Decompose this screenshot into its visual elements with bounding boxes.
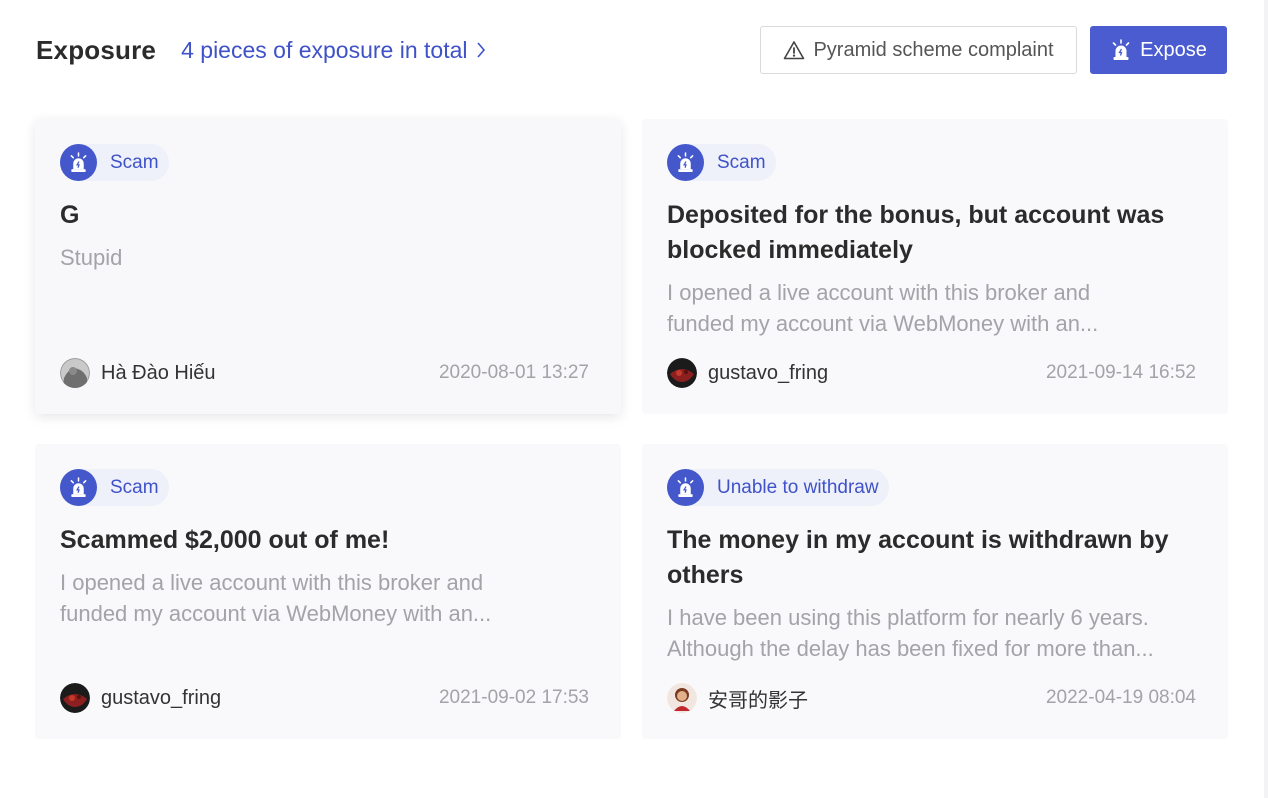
category-tag: Scam [60,144,169,181]
author-name[interactable]: gustavo_fring [101,687,221,710]
expose-button-label: Expose [1140,38,1207,61]
category-tag: Scam [60,469,169,506]
category-tag: Unable to withdraw [667,469,889,506]
alarm-light-icon [60,469,97,506]
alarm-light-icon [1112,39,1130,60]
author-name[interactable]: 安哥的影子 [708,684,808,713]
card-title: Deposited for the bonus, but account was… [667,201,1165,264]
section-title: Exposure [36,34,157,65]
header-actions: Pyramid scheme complaint Expose [760,26,1227,74]
card-excerpt-line-2: funded my account via WebMoney with an..… [667,311,1099,336]
category-tag-label: Unable to withdraw [717,476,879,498]
pyramid-scheme-complaint-label: Pyramid scheme complaint [813,38,1054,61]
card-footer: 安哥的影子 2022-04-19 08:04 [667,683,1196,713]
card-excerpt-line-1: I opened a live account with this broker… [667,280,1091,305]
author-name[interactable]: gustavo_fring [708,362,828,385]
total-exposure-link[interactable]: 4 pieces of exposure in total [181,37,485,64]
alarm-light-icon [667,469,704,506]
exposure-card[interactable]: Scam Deposited for the bonus, but accoun… [642,119,1228,414]
card-excerpt-line-2: Although the delay has been fixed for mo… [667,636,1154,661]
avatar[interactable] [60,683,90,713]
category-tag-label: Scam [717,151,766,173]
card-footer: gustavo_fring 2021-09-02 17:53 [60,683,589,713]
category-tag-label: Scam [110,476,159,498]
exposure-card[interactable]: Scam Scammed $2,000 out of me! I opened … [35,444,621,739]
card-excerpt-line-2: funded my account via WebMoney with an..… [60,601,492,626]
warning-icon [784,41,805,60]
card-title: The money in my account is withdrawn by … [667,526,1169,589]
alarm-light-icon [60,144,97,181]
category-tag: Scam [667,144,776,181]
post-date: 2020-08-01 13:27 [438,362,589,383]
alarm-light-icon [667,144,704,181]
expose-button[interactable]: Expose [1090,26,1227,74]
exposure-header: Exposure 4 pieces of exposure in total P… [36,26,1227,74]
card-title: G [60,201,80,229]
card-footer: gustavo_fring 2021-09-14 16:52 [667,358,1196,388]
pyramid-scheme-complaint-button[interactable]: Pyramid scheme complaint [760,26,1077,74]
post-date: 2021-09-14 16:52 [1045,362,1196,383]
post-date: 2022-04-19 08:04 [1045,687,1196,708]
total-exposure-label: 4 pieces of exposure in total [181,36,468,63]
avatar[interactable] [667,683,697,713]
exposure-card[interactable]: Scam G Stupid Hà Đào Hiếu 2020-08-01 13:… [35,119,621,414]
avatar[interactable] [60,358,90,388]
author-name[interactable]: Hà Đào Hiếu [101,362,216,385]
scrollbar-track [1264,0,1268,798]
post-date: 2021-09-02 17:53 [438,687,589,708]
card-excerpt: Stupid [60,245,123,270]
card-title: Scammed $2,000 out of me! [60,526,390,554]
card-footer: Hà Đào Hiếu 2020-08-01 13:27 [60,358,589,388]
card-excerpt-line-1: I have been using this platform for near… [667,605,1149,630]
exposure-card[interactable]: Unable to withdraw The money in my accou… [642,444,1228,739]
card-excerpt-line-1: I opened a live account with this broker… [60,570,484,595]
avatar[interactable] [667,358,697,388]
chevron-right-icon [476,42,485,58]
category-tag-label: Scam [110,151,159,173]
